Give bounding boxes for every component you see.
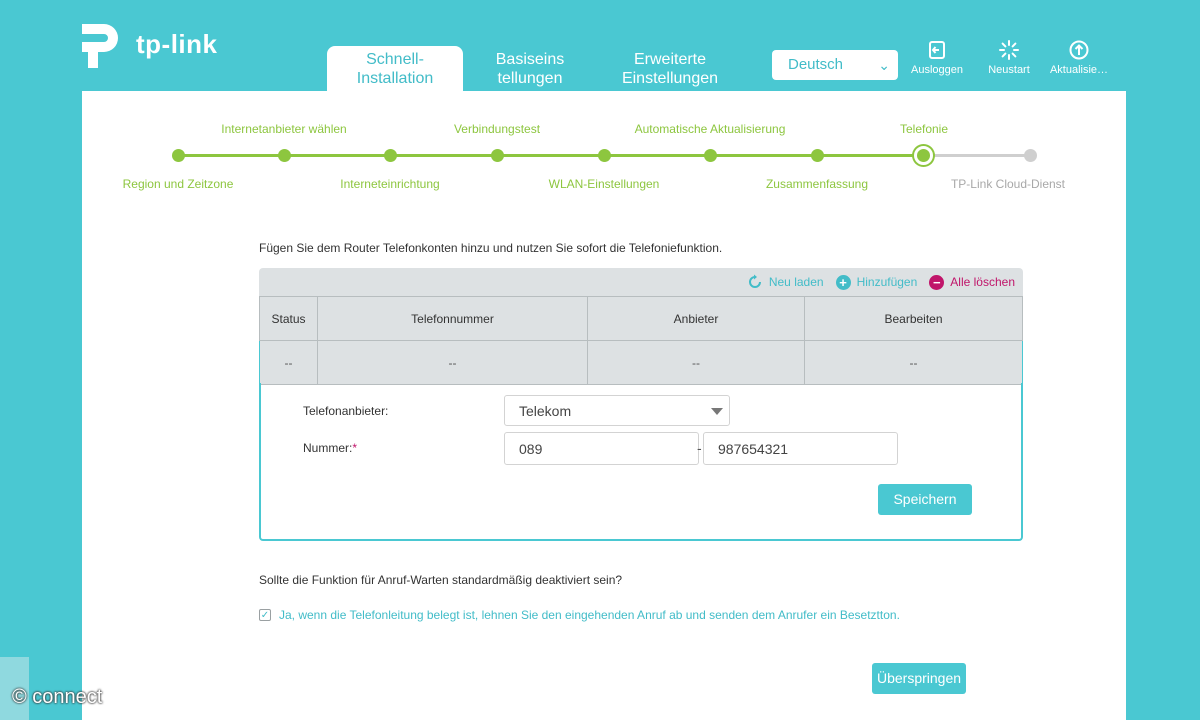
required-mark: * xyxy=(352,441,358,455)
number-separator: - xyxy=(697,440,702,456)
save-button[interactable]: Speichern xyxy=(878,484,972,515)
step-label: Automatische Aktualisierung xyxy=(634,122,786,136)
add-button[interactable]: + Hinzufügen xyxy=(835,274,918,290)
provider-label: Telefonanbieter: xyxy=(303,404,389,418)
step-label-pending: TP-Link Cloud-Dienst xyxy=(950,177,1066,191)
step-label: Interneteinrichtung xyxy=(340,177,440,191)
column-header-status: Status xyxy=(259,296,318,341)
step-dot-2[interactable] xyxy=(278,149,291,162)
tp-link-logo-icon xyxy=(82,24,118,68)
checkbox[interactable]: ✓ xyxy=(259,609,271,621)
area-code-input[interactable]: 089 xyxy=(504,432,699,465)
phone-accounts-table: Neu laden + Hinzufügen − Alle löschen St… xyxy=(259,268,1023,385)
tab-label-line1: Schnell- xyxy=(366,51,424,68)
add-label: Hinzufügen xyxy=(856,275,918,289)
language-value: Deutsch xyxy=(788,56,844,73)
skip-button[interactable]: Überspringen xyxy=(872,663,966,694)
plus-icon: + xyxy=(835,274,851,290)
step-dot-current[interactable] xyxy=(914,146,933,165)
column-header-number: Telefonnummer xyxy=(317,296,588,341)
accounts-table: Status Telefonnummer Anbieter Bearbeiten… xyxy=(259,296,1023,385)
tab-label-line2: Einstellungen xyxy=(621,70,719,87)
table-cell: -- xyxy=(587,340,805,385)
edit-form: Telefonanbieter: Telekom Nummer:* 089 - … xyxy=(259,383,1023,541)
call-waiting-question: Sollte die Funktion für Anruf-Warten sta… xyxy=(259,573,623,587)
tab-label-line2: Installation xyxy=(356,70,434,87)
step-dot-5[interactable] xyxy=(598,149,611,162)
step-label: Zusammenfassung xyxy=(765,177,869,191)
update-icon xyxy=(1069,40,1089,60)
minus-icon: − xyxy=(929,274,945,290)
table-cell: -- xyxy=(804,340,1023,385)
tab-erweiterte-einstellungen[interactable]: Erweiterte Einstellungen xyxy=(600,46,740,92)
table-row[interactable]: -- -- -- -- xyxy=(259,340,1023,385)
table-cell: -- xyxy=(317,340,588,385)
provider-select[interactable]: Telekom xyxy=(504,395,730,426)
tab-label-line1: Erweiterte xyxy=(633,51,707,68)
step-dot-4[interactable] xyxy=(491,149,504,162)
area-code-value: 089 xyxy=(519,441,543,457)
number-label-text: Nummer: xyxy=(303,441,353,455)
language-select[interactable]: Deutsch ⌄ xyxy=(772,50,898,80)
tab-label-line1: Basiseins xyxy=(495,51,565,68)
table-cell: -- xyxy=(259,340,318,385)
step-dot-1[interactable] xyxy=(172,149,185,162)
number-label: Nummer:* xyxy=(303,441,357,455)
progress-line-pending xyxy=(924,154,1030,157)
tp-link-logo: tp-link xyxy=(80,18,218,70)
logout-icon xyxy=(929,41,945,59)
logout-label: Ausloggen xyxy=(911,64,963,76)
setup-stepper: Region und Zeitzone Internetanbieter wäh… xyxy=(82,91,1126,211)
step-label: WLAN-Einstellungen xyxy=(548,177,660,191)
restart-icon xyxy=(999,40,1019,60)
step-label: Region und Zeitzone xyxy=(122,177,234,191)
column-header-edit: Bearbeiten xyxy=(804,296,1023,341)
step-label-current: Telefonie xyxy=(899,122,949,136)
main-panel: Region und Zeitzone Internetanbieter wäh… xyxy=(82,91,1126,720)
delete-all-button[interactable]: − Alle löschen xyxy=(929,274,1015,290)
step-label: Verbindungstest xyxy=(453,122,541,136)
reload-button[interactable]: Neu laden xyxy=(747,274,824,290)
dropdown-arrow-icon xyxy=(711,408,723,415)
call-waiting-option[interactable]: ✓ Ja, wenn die Telefonleitung belegt ist… xyxy=(259,608,900,622)
step-label: Internetanbieter wählen xyxy=(221,122,347,136)
reload-icon xyxy=(748,274,761,288)
restart-button[interactable]: Neustart xyxy=(974,40,1044,76)
phone-number-value: 987654321 xyxy=(718,441,789,457)
table-toolbar: Neu laden + Hinzufügen − Alle löschen xyxy=(259,268,1023,296)
update-label: Aktualisie… xyxy=(1049,64,1109,76)
logout-button[interactable]: Ausloggen xyxy=(902,40,972,76)
step-dot-6[interactable] xyxy=(704,149,717,162)
step-dot-9 xyxy=(1024,149,1037,162)
delete-all-label: Alle löschen xyxy=(950,275,1015,289)
intro-text: Fügen Sie dem Router Telefonkonten hinzu… xyxy=(259,241,723,255)
phone-number-input[interactable]: 987654321 xyxy=(703,432,898,465)
chevron-down-icon: ⌄ xyxy=(878,57,890,73)
logo-text: tp-link xyxy=(136,28,218,59)
watermark: © connect xyxy=(12,686,103,708)
update-button[interactable]: Aktualisie… xyxy=(1044,40,1114,76)
tab-label-line2: tellungen xyxy=(497,70,563,87)
tab-schnell-installation[interactable]: Schnell- Installation xyxy=(327,46,463,92)
restart-label: Neustart xyxy=(988,64,1030,76)
provider-value: Telekom xyxy=(519,403,572,419)
reload-label: Neu laden xyxy=(768,275,824,289)
tab-basiseinstellungen[interactable]: Basiseins tellungen xyxy=(470,46,590,92)
checkbox-label: Ja, wenn die Telefonleitung belegt ist, … xyxy=(279,608,900,622)
step-dot-7[interactable] xyxy=(811,149,824,162)
column-header-provider: Anbieter xyxy=(587,296,805,341)
table-header-row: Status Telefonnummer Anbieter Bearbeiten xyxy=(259,296,1023,341)
step-dot-3[interactable] xyxy=(384,149,397,162)
